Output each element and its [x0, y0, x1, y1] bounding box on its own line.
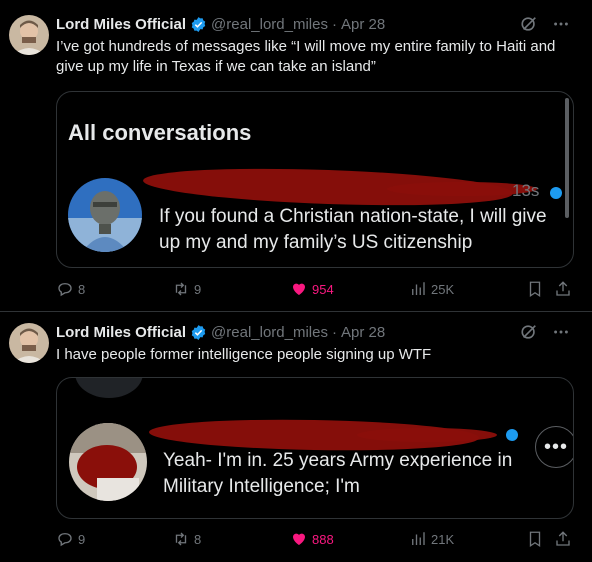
verified-badge-icon [190, 16, 207, 33]
reply-count: 8 [78, 281, 86, 297]
views-icon [412, 532, 425, 545]
repost-count: 9 [194, 281, 202, 297]
tweet-action-bar: 9 8 888 21K [56, 530, 576, 550]
reply-icon [58, 533, 72, 547]
bookmark-icon [529, 281, 541, 298]
tweet-text: I have people former intelligence people… [56, 346, 432, 363]
reply-button[interactable]: 9 [56, 530, 85, 548]
like-button[interactable]: 954 [290, 280, 334, 298]
tweet-header: Lord Miles Official @real_lord_miles · A… [56, 322, 385, 342]
tweet-media-image[interactable]: Yeah- I'm in. 25 years Army experience i… [56, 377, 574, 519]
more-options-label: ••• [543, 435, 568, 458]
message-avatar [69, 423, 147, 501]
bookmark-button[interactable] [526, 280, 544, 298]
separator: · [331, 323, 337, 341]
avatar[interactable] [9, 323, 49, 363]
unread-dot [506, 429, 518, 441]
repost-count: 8 [194, 531, 202, 547]
avatar[interactable] [9, 15, 49, 55]
reply-icon [58, 283, 72, 297]
tweet-action-bar: 8 9 954 25K [56, 280, 576, 300]
tweet-media-image[interactable]: All conversations 13s If you found a Chr… [56, 91, 574, 268]
repost-button[interactable]: 9 [172, 280, 201, 298]
media-conversations-title: All conversations [68, 120, 252, 145]
like-count: 888 [312, 531, 334, 547]
author-name[interactable]: Lord Miles Official [56, 16, 186, 33]
repost-icon [175, 532, 187, 546]
more-options-button[interactable]: ••• [535, 426, 573, 468]
views-button[interactable]: 25K [409, 280, 454, 298]
tweet[interactable]: Lord Miles Official @real_lord_miles · A… [0, 0, 592, 312]
views-count: 25K [431, 281, 455, 297]
partial-avatar-shape [75, 378, 143, 398]
tweet-text: I’ve got hundreds of messages like “I wi… [56, 38, 556, 75]
tweet-actions-top [520, 323, 570, 341]
like-button[interactable]: 888 [290, 530, 334, 548]
message-preview-text: If you found a Christian nation-state, I… [159, 206, 547, 253]
heart-icon [293, 533, 305, 545]
redaction-mark [357, 428, 497, 442]
bookmark-button[interactable] [526, 530, 544, 548]
more-icon[interactable] [552, 323, 570, 341]
tweet-actions-top [520, 15, 570, 33]
bookmark-icon [529, 531, 541, 548]
message-avatar [68, 178, 142, 252]
repost-icon [175, 282, 187, 296]
views-button[interactable]: 21K [409, 530, 454, 548]
heart-icon [293, 283, 305, 295]
reply-button[interactable]: 8 [56, 280, 85, 298]
share-icon [556, 531, 570, 546]
faded-text-line: ▬▬▬▬ ▬▬▬ ▬ [163, 512, 266, 519]
author-handle[interactable]: @real_lord_miles [211, 16, 328, 33]
media-scrollbar [565, 98, 569, 218]
tweet-header: Lord Miles Official @real_lord_miles · A… [56, 14, 385, 34]
message-preview-text: Yeah- I'm in. 25 years Army experience i… [163, 450, 513, 497]
separator: · [331, 15, 337, 33]
more-icon[interactable] [552, 15, 570, 33]
share-icon [556, 281, 570, 296]
share-button[interactable] [554, 280, 572, 298]
grok-icon[interactable] [520, 323, 538, 341]
unread-dot [550, 187, 562, 199]
grok-icon[interactable] [520, 15, 538, 33]
verified-badge-icon [190, 324, 207, 341]
share-button[interactable] [554, 530, 572, 548]
tweet-date[interactable]: Apr 28 [341, 16, 385, 33]
views-count: 21K [431, 531, 455, 547]
repost-button[interactable]: 8 [172, 530, 201, 548]
reply-count: 9 [78, 531, 86, 547]
author-handle[interactable]: @real_lord_miles [211, 324, 328, 341]
tweet-date[interactable]: Apr 28 [341, 324, 385, 341]
message-timestamp: 13s [512, 181, 540, 200]
author-name[interactable]: Lord Miles Official [56, 324, 186, 341]
like-count: 954 [312, 281, 334, 297]
views-icon [412, 282, 425, 295]
tweet[interactable]: Lord Miles Official @real_lord_miles · A… [0, 312, 592, 562]
